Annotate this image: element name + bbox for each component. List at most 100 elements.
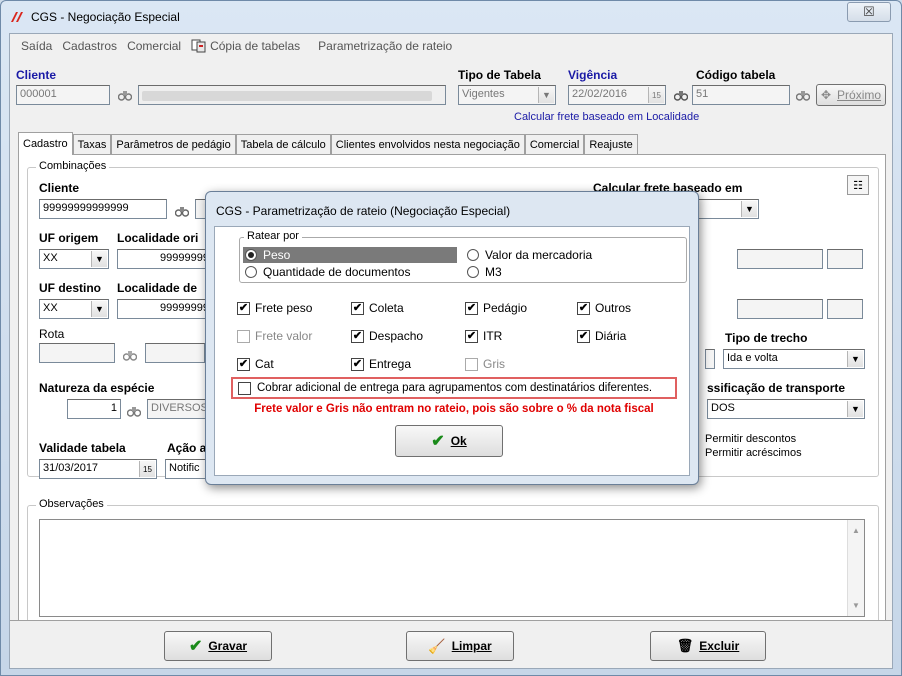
- acao-select[interactable]: Notific: [165, 459, 209, 479]
- permitir-descontos-label[interactable]: Permitir descontos: [705, 433, 796, 445]
- check-frete-valor-box: [237, 329, 250, 343]
- excluir-label: Excluir: [699, 639, 740, 653]
- rateio-dialog: CGS - Parametrização de rateio (Negociaç…: [205, 191, 699, 485]
- menu-comercial[interactable]: Comercial: [122, 39, 186, 53]
- vigencia-date-field[interactable]: 22/02/2016 15: [568, 85, 666, 105]
- tab-taxas[interactable]: Taxas: [72, 134, 112, 154]
- binoculars-icon[interactable]: [123, 401, 145, 421]
- observacoes-textarea[interactable]: ▲ ▼: [39, 519, 865, 617]
- codigo-tabela-field[interactable]: 51: [692, 85, 790, 105]
- rota-label: Rota: [39, 327, 65, 341]
- check-entrega-box: ✔: [351, 357, 364, 371]
- codigo-tabela-label: Código tabela: [696, 68, 776, 82]
- localidade-destino-field[interactable]: 99999999: [117, 299, 213, 319]
- origem-extra-field[interactable]: [737, 249, 823, 269]
- uf-origem-select[interactable]: XX ▼: [39, 249, 109, 269]
- origem-extra-field-2[interactable]: [827, 249, 863, 269]
- check-despacho[interactable]: ✔ Despacho: [351, 329, 423, 343]
- rota-name-field[interactable]: [145, 343, 205, 363]
- cliente-header-label: Cliente: [16, 68, 57, 82]
- uf-destino-select[interactable]: XX ▼: [39, 299, 109, 319]
- natureza-code-field[interactable]: 1: [67, 399, 121, 419]
- check-itr[interactable]: ✔ ITR: [465, 329, 502, 343]
- tab-parametros-pedagio[interactable]: Parâmetros de pedágio: [111, 134, 236, 154]
- check-cat[interactable]: ✔ Cat: [237, 357, 274, 371]
- excluir-button[interactable]: 🗑 Excluir: [650, 631, 766, 661]
- binoculars-icon[interactable]: [114, 85, 136, 105]
- localidade-origem-field[interactable]: 99999999: [117, 249, 213, 269]
- uf-destino-value: XX: [43, 302, 58, 314]
- limpar-button[interactable]: 🧹 Limpar: [406, 631, 514, 661]
- rateio-warning-text: Frete valor e Gris não entram no rateio,…: [254, 403, 654, 415]
- radio-m3[interactable]: M3: [467, 265, 502, 279]
- ok-button[interactable]: ✔ Ok: [395, 425, 503, 457]
- rota-code-field[interactable]: [39, 343, 115, 363]
- gravar-button[interactable]: ✔ Gravar: [164, 631, 272, 661]
- tab-reajuste[interactable]: Reajuste: [584, 134, 638, 154]
- menu-cadastros[interactable]: Cadastros: [57, 39, 122, 53]
- check-despacho-label: Despacho: [369, 329, 424, 343]
- tab-tabela-calculo[interactable]: Tabela de cálculo: [235, 134, 331, 154]
- tipo-trecho-value: Ida e volta: [727, 352, 778, 364]
- destino-extra-field[interactable]: [737, 299, 823, 319]
- localidade-origem-label: Localidade ori: [117, 231, 199, 245]
- permitir-acrescimos-label[interactable]: Permitir acréscimos: [705, 447, 802, 459]
- binoculars-icon[interactable]: [171, 201, 193, 221]
- classificacao-transporte-select[interactable]: DOS ▼: [707, 399, 865, 419]
- radio-m3-label: M3: [485, 265, 502, 279]
- chevron-down-icon: ▼: [91, 301, 107, 317]
- check-entrega-label: Entrega: [369, 357, 412, 371]
- binoculars-icon[interactable]: [792, 85, 814, 105]
- check-coleta[interactable]: ✔ Coleta: [351, 301, 404, 315]
- binoculars-icon[interactable]: [119, 345, 141, 365]
- proximo-button[interactable]: ✥ Próximo: [816, 84, 886, 106]
- tab-strip: Cadastro Taxas Parâmetros de pedágio Tab…: [18, 132, 638, 155]
- radio-peso[interactable]: Peso: [243, 247, 457, 263]
- form-cliente-field[interactable]: 99999999999999: [39, 199, 167, 219]
- natureza-name-field[interactable]: DIVERSOS: [147, 399, 209, 419]
- radio-valor-mercadoria[interactable]: Valor da mercadoria: [467, 248, 592, 262]
- validade-tabela-label: Validade tabela: [39, 441, 126, 455]
- tipo-trecho-select[interactable]: Ida e volta ▼: [723, 349, 865, 369]
- localidade-destino-label: Localidade de: [117, 281, 198, 295]
- observacoes-title: Observações: [36, 498, 107, 510]
- tipo-tabela-select[interactable]: Vigentes ▼: [458, 85, 556, 105]
- calendar-icon[interactable]: 15: [648, 87, 664, 103]
- tab-clientes-envolvidos[interactable]: Clientes envolvidos nesta negociação: [330, 134, 525, 154]
- check-outros[interactable]: ✔ Outros: [577, 301, 631, 315]
- check-diaria-label: Diária: [595, 329, 627, 343]
- check-despacho-box: ✔: [351, 329, 364, 343]
- scroll-down-icon[interactable]: ▼: [852, 601, 860, 610]
- observacoes-scrollbar[interactable]: ▲ ▼: [847, 520, 864, 616]
- close-button[interactable]: ☒: [847, 2, 891, 22]
- cobrar-adicional-checkbox[interactable]: Cobrar adicional de entrega para agrupam…: [231, 377, 677, 399]
- destino-extra-field-2[interactable]: [827, 299, 863, 319]
- check-frete-peso-box: ✔: [237, 301, 250, 315]
- menu-copia-tabelas-label: Cópia de tabelas: [210, 39, 301, 53]
- proximo-label: Próximo: [837, 88, 882, 102]
- title-bar: CGS - Negociação Especial: [9, 7, 180, 27]
- chevron-down-icon: ▼: [538, 87, 554, 103]
- natureza-especie-label: Natureza da espécie: [39, 381, 155, 395]
- binoculars-icon[interactable]: [670, 85, 692, 105]
- chevron-down-icon: ▼: [847, 401, 863, 417]
- validade-tabela-field[interactable]: 31/03/2017 15: [39, 459, 157, 479]
- rota-extra-field[interactable]: [705, 349, 715, 369]
- gravar-label: Gravar: [208, 639, 248, 653]
- cliente-code-field[interactable]: 000001: [16, 85, 110, 105]
- check-entrega[interactable]: ✔ Entrega: [351, 357, 411, 371]
- check-frete-peso[interactable]: ✔ Frete peso: [237, 301, 312, 315]
- list-settings-icon[interactable]: ☷: [847, 175, 869, 195]
- menu-parametrizacao-rateio[interactable]: Parametrização de rateio: [313, 39, 457, 53]
- menu-saida[interactable]: Saída: [16, 39, 57, 53]
- cliente-name-field[interactable]: [138, 85, 446, 105]
- check-frete-valor-label: Frete valor: [255, 329, 313, 343]
- menu-copia-tabelas[interactable]: Cópia de tabelas: [186, 39, 305, 53]
- calendar-icon[interactable]: 15: [139, 461, 155, 477]
- tab-cadastro[interactable]: Cadastro: [18, 132, 73, 155]
- check-pedagio[interactable]: ✔ Pedágio: [465, 301, 527, 315]
- radio-quantidade-documentos[interactable]: Quantidade de documentos: [245, 265, 410, 279]
- scroll-up-icon[interactable]: ▲: [852, 526, 860, 535]
- tab-comercial[interactable]: Comercial: [524, 134, 585, 154]
- check-diaria[interactable]: ✔ Diária: [577, 329, 626, 343]
